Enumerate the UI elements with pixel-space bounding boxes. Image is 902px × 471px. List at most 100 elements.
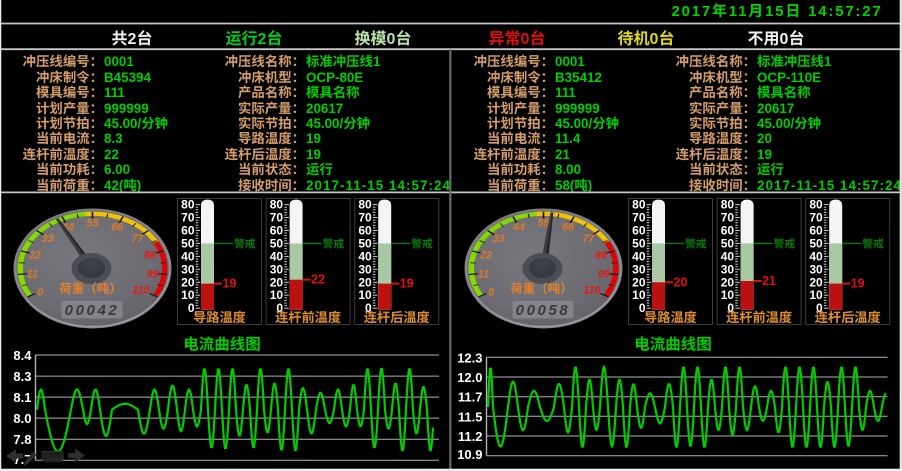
svg-text:00058: 00058 [516, 302, 571, 319]
svg-text:10: 10 [270, 288, 284, 302]
svg-text:12.3: 12.3 [457, 350, 482, 365]
svg-text:警戒: 警戒 [411, 237, 433, 250]
svg-text:77: 77 [582, 233, 595, 245]
svg-text:30: 30 [270, 262, 284, 276]
svg-text:19: 19 [400, 277, 414, 291]
svg-text:30: 30 [358, 262, 372, 276]
svg-text:44: 44 [512, 222, 525, 234]
svg-text:50: 50 [632, 236, 646, 250]
svg-text:88: 88 [595, 249, 607, 261]
svg-text:警戒: 警戒 [234, 237, 256, 250]
svg-text:55: 55 [86, 218, 99, 230]
svg-text:66: 66 [562, 222, 575, 234]
svg-text:00042: 00042 [65, 302, 120, 319]
svg-text:19: 19 [851, 277, 865, 291]
svg-text:警戒: 警戒 [685, 237, 707, 250]
svg-text:0: 0 [488, 286, 494, 298]
svg-text:40: 40 [632, 249, 646, 263]
svg-text:22: 22 [311, 273, 325, 287]
svg-text:20: 20 [181, 275, 195, 289]
svg-text:20: 20 [674, 275, 688, 289]
svg-text:电流曲线图: 电流曲线图 [634, 336, 712, 354]
svg-text:20: 20 [270, 275, 284, 289]
svg-text:30: 30 [721, 262, 735, 276]
svg-text:警戒: 警戒 [774, 237, 796, 250]
svg-text:88: 88 [144, 249, 156, 261]
svg-text:70: 70 [632, 211, 646, 225]
svg-text:66: 66 [111, 222, 124, 234]
svg-text:70: 70 [809, 211, 823, 225]
svg-text:11: 11 [27, 268, 38, 280]
svg-text:60: 60 [181, 224, 195, 238]
svg-text:0: 0 [37, 286, 43, 298]
svg-text:10: 10 [358, 288, 372, 302]
svg-text:40: 40 [721, 249, 735, 263]
svg-text:连杆后温度: 连杆后温度 [815, 310, 881, 325]
svg-text:110: 110 [583, 285, 600, 297]
svg-text:11.7: 11.7 [458, 390, 483, 405]
svg-text:70: 70 [358, 211, 372, 225]
svg-text:50: 50 [181, 236, 195, 250]
svg-text:21: 21 [762, 274, 776, 288]
svg-text:33: 33 [42, 233, 54, 245]
svg-text:40: 40 [358, 249, 372, 263]
svg-text:30: 30 [809, 262, 823, 276]
svg-text:40: 40 [270, 249, 284, 263]
svg-text:10: 10 [809, 288, 823, 302]
svg-text:20: 20 [809, 275, 823, 289]
svg-text:8.4: 8.4 [13, 348, 32, 363]
svg-text:10: 10 [181, 288, 195, 302]
svg-text:20: 20 [632, 275, 646, 289]
svg-text:11: 11 [478, 268, 489, 280]
svg-text:警戒: 警戒 [862, 237, 884, 250]
svg-text:11.5: 11.5 [458, 409, 483, 424]
svg-text:70: 70 [270, 211, 284, 225]
svg-text:荷重（吨）: 荷重（吨） [59, 282, 122, 296]
svg-text:80: 80 [270, 198, 284, 212]
svg-text:连杆后温度: 连杆后温度 [364, 310, 430, 325]
svg-text:99: 99 [147, 268, 159, 280]
svg-text:警戒: 警戒 [323, 237, 345, 250]
svg-text:10.9: 10.9 [457, 447, 482, 462]
svg-text:50: 50 [809, 236, 823, 250]
svg-text:10: 10 [632, 288, 646, 302]
svg-text:11.2: 11.2 [458, 429, 483, 444]
svg-text:荷重（吨）: 荷重（吨） [510, 282, 573, 296]
svg-text:80: 80 [809, 198, 823, 212]
svg-text:8.3: 8.3 [13, 369, 31, 384]
svg-text:60: 60 [809, 224, 823, 238]
svg-text:20: 20 [721, 275, 735, 289]
svg-text:70: 70 [721, 211, 735, 225]
svg-text:60: 60 [632, 224, 646, 238]
svg-text:70: 70 [181, 211, 195, 225]
svg-text:8.1: 8.1 [13, 390, 31, 405]
svg-text:99: 99 [598, 268, 610, 280]
svg-text:77: 77 [131, 233, 144, 245]
svg-text:80: 80 [358, 198, 372, 212]
svg-text:33: 33 [493, 233, 505, 245]
svg-text:60: 60 [358, 224, 372, 238]
svg-text:8.0: 8.0 [13, 411, 31, 426]
svg-text:20: 20 [358, 275, 372, 289]
svg-text:导路温度: 导路温度 [193, 310, 246, 325]
svg-text:80: 80 [721, 198, 735, 212]
svg-text:10: 10 [721, 288, 735, 302]
svg-text:7.8: 7.8 [13, 432, 31, 447]
svg-text:50: 50 [358, 236, 372, 250]
svg-text:导路温度: 导路温度 [644, 310, 697, 325]
svg-text:50: 50 [721, 236, 735, 250]
svg-text:12.0: 12.0 [457, 370, 482, 385]
svg-text:80: 80 [632, 198, 646, 212]
svg-text:连杆前温度: 连杆前温度 [275, 310, 341, 325]
svg-text:50: 50 [270, 236, 284, 250]
svg-text:连杆前温度: 连杆前温度 [726, 310, 792, 325]
svg-text:22: 22 [28, 249, 41, 261]
svg-text:110: 110 [132, 285, 149, 297]
svg-text:60: 60 [270, 224, 284, 238]
svg-text:80: 80 [181, 198, 195, 212]
svg-text:19: 19 [223, 277, 237, 291]
svg-text:22: 22 [479, 249, 492, 261]
svg-text:电流曲线图: 电流曲线图 [183, 336, 261, 354]
svg-text:60: 60 [721, 224, 735, 238]
svg-text:30: 30 [632, 262, 646, 276]
